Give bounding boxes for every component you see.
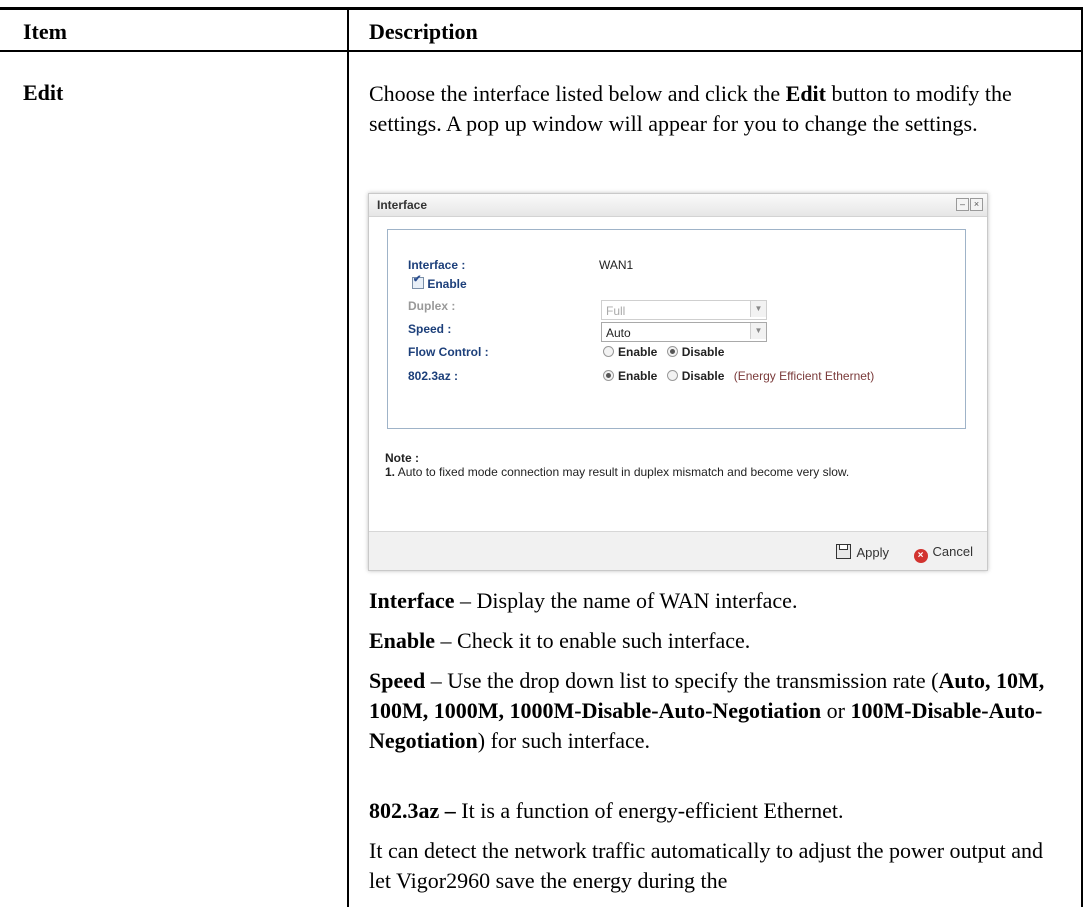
interface-dialog: Interface – × Interface : WAN1 Enable Du… — [368, 193, 988, 571]
energy-efficient-note: (Energy Efficient Ethernet) — [733, 369, 875, 383]
az-enable-radio[interactable] — [603, 370, 614, 381]
flow-control-options: Enable Disable — [603, 345, 730, 359]
az-label: 802.3az : — [408, 369, 459, 383]
table-top-rule — [0, 7, 1083, 10]
enable-checkbox[interactable] — [412, 274, 424, 289]
note-1: 1. Auto to fixed mode connection may res… — [385, 465, 850, 479]
flow-enable-label: Enable — [618, 345, 658, 359]
duplex-select: Full ▼ — [601, 300, 767, 320]
desc-interface: Interface – Display the name of WAN inte… — [369, 588, 798, 613]
column-header-description: Description — [369, 19, 478, 44]
enable-checkbox-row[interactable]: Enable — [412, 274, 467, 291]
chevron-down-icon: ▼ — [750, 301, 766, 317]
minimize-icon[interactable]: – — [956, 198, 969, 211]
close-icon[interactable]: × — [970, 198, 983, 211]
cancel-button[interactable]: × Cancel — [913, 544, 973, 563]
speed-label: Speed : — [408, 322, 452, 336]
note-title: Note : — [385, 451, 419, 465]
flow-disable-label: Disable — [681, 345, 725, 359]
speed-select[interactable]: Auto ▼ — [601, 322, 767, 342]
desc-az: 802.3az – It is a function of energy-eff… — [369, 798, 844, 823]
speed-select-value: Auto — [606, 326, 631, 340]
table-header-rule — [0, 50, 1083, 52]
duplex-select-value: Full — [606, 304, 626, 318]
az-disable-label: Disable — [681, 369, 725, 383]
intro-paragraph: Choose the interface listed below and cl… — [369, 81, 1012, 136]
interface-label: Interface : — [408, 258, 466, 272]
enable-checkbox-label: Enable — [427, 277, 467, 291]
row-item-edit: Edit — [23, 80, 64, 105]
dialog-footer: Apply × Cancel — [369, 531, 987, 570]
az-disable-radio[interactable] — [666, 370, 678, 381]
save-icon — [836, 544, 852, 559]
dialog-titlebar: Interface – × — [369, 194, 987, 217]
apply-button[interactable]: Apply — [836, 544, 889, 560]
chevron-down-icon[interactable]: ▼ — [750, 323, 766, 339]
flow-enable-radio[interactable] — [603, 346, 614, 357]
desc-speed: Speed – Use the drop down list to specif… — [369, 668, 1045, 753]
duplex-label: Duplex : — [408, 299, 456, 313]
az-enable-label: Enable — [618, 369, 658, 383]
table-column-divider — [347, 8, 349, 907]
document-table: Item Description Edit Choose the interfa… — [0, 0, 1083, 907]
interface-settings-panel: Interface : WAN1 Enable Duplex : Full ▼ … — [387, 229, 966, 429]
flow-control-label: Flow Control : — [408, 345, 489, 359]
cancel-icon: × — [913, 549, 928, 563]
interface-value: WAN1 — [599, 258, 634, 272]
az-options: Enable Disable (Energy Efficient Etherne… — [603, 369, 874, 383]
desc-enable: Enable – Check it to enable such interfa… — [369, 628, 751, 653]
desc-detect: It can detect the network traffic automa… — [369, 838, 1044, 893]
dialog-title: Interface — [377, 198, 428, 212]
flow-disable-radio[interactable] — [666, 346, 678, 357]
column-header-item: Item — [23, 19, 67, 44]
